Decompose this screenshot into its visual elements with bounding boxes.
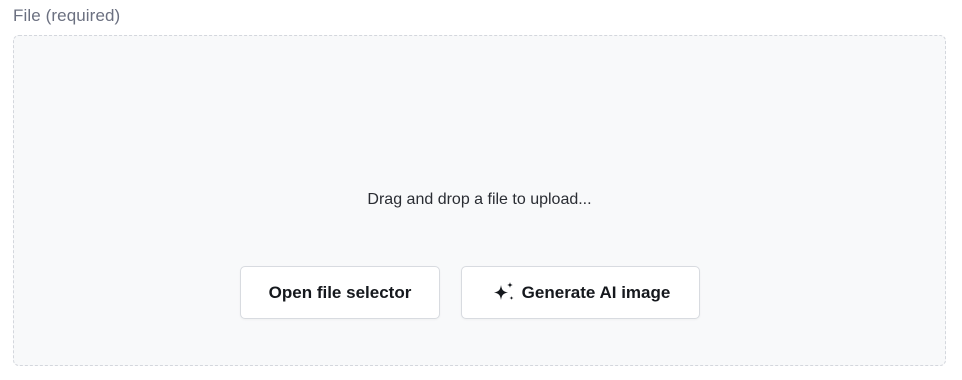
generate-ai-image-label: Generate AI image: [521, 282, 671, 302]
open-file-selector-label: Open file selector: [268, 282, 412, 302]
field-label: File (required): [13, 6, 121, 25]
open-file-selector-button[interactable]: Open file selector: [240, 266, 440, 319]
sparkles-icon: [491, 280, 517, 306]
generate-ai-image-button[interactable]: Generate AI image: [461, 266, 700, 319]
file-dropzone[interactable]: Drag and drop a file to upload... Open f…: [13, 35, 946, 366]
dropzone-prompt: Drag and drop a file to upload...: [367, 191, 592, 208]
